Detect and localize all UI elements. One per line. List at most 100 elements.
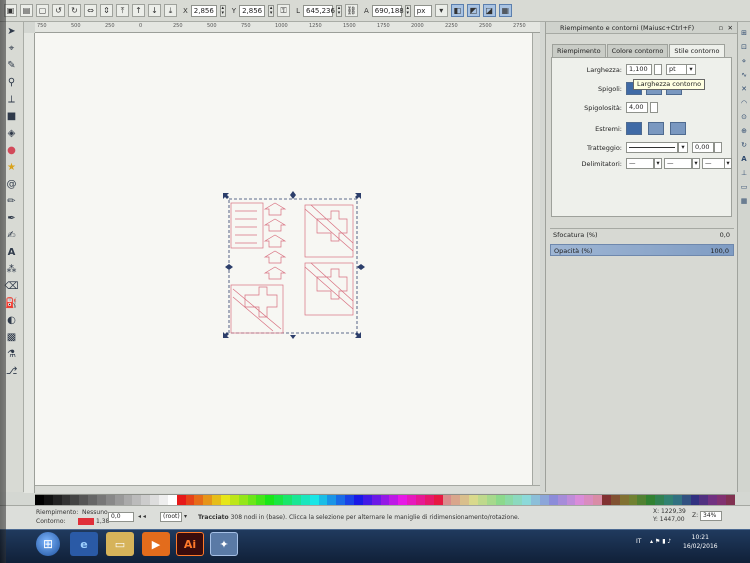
- dash-offset-input[interactable]: 0,00: [692, 142, 714, 153]
- palette-swatch[interactable]: [105, 495, 115, 505]
- move-patterns-icon[interactable]: ▦: [498, 4, 512, 17]
- palette-swatch[interactable]: [256, 495, 266, 505]
- palette-swatch[interactable]: [628, 495, 638, 505]
- palette-swatch[interactable]: [291, 495, 301, 505]
- start-marker-select[interactable]: —: [626, 158, 654, 169]
- blur-value[interactable]: 0,0: [720, 229, 730, 241]
- palette-swatch[interactable]: [159, 495, 168, 505]
- palette-swatch[interactable]: [460, 495, 470, 505]
- palette-swatch[interactable]: [584, 495, 594, 505]
- palette-swatch[interactable]: [646, 495, 656, 505]
- miter-limit-spinner[interactable]: [650, 102, 658, 113]
- zoom-field[interactable]: 34%: [700, 511, 722, 521]
- y-spinner[interactable]: ▴ ▾: [268, 4, 275, 17]
- blur-row[interactable]: Sfocatura (%) 0,0: [550, 228, 734, 240]
- snap-smooth-icon[interactable]: ◠: [739, 98, 749, 108]
- close-panel-icon[interactable]: ✕: [728, 22, 733, 34]
- opacity-value[interactable]: 100,0: [710, 245, 729, 257]
- language-indicator[interactable]: IT: [636, 538, 641, 545]
- mid-marker-dropdown-icon[interactable]: ▾: [692, 158, 700, 169]
- palette-swatch[interactable]: [681, 495, 691, 505]
- layer-dropdown-icon[interactable]: ▾: [184, 513, 187, 520]
- height-input[interactable]: 690,188: [371, 4, 404, 17]
- x-spinner[interactable]: ▴ ▾: [219, 4, 226, 17]
- palette-swatch[interactable]: [717, 495, 727, 505]
- move-gradients-icon[interactable]: ◪: [482, 4, 496, 17]
- opacity-field[interactable]: 0,0: [108, 512, 134, 522]
- unit-dropdown-icon[interactable]: ▾: [434, 4, 448, 17]
- palette-swatch[interactable]: [469, 495, 478, 505]
- palette-swatch[interactable]: [141, 495, 151, 505]
- palette-swatch[interactable]: [619, 495, 629, 505]
- inkscape-icon[interactable]: ✦: [210, 532, 238, 556]
- start-marker-dropdown-icon[interactable]: ▾: [654, 158, 662, 169]
- palette-swatch[interactable]: [203, 495, 213, 505]
- palette-swatch[interactable]: [327, 495, 337, 505]
- lower-to-bottom-icon[interactable]: ⤓: [164, 4, 177, 17]
- palette-swatch[interactable]: [504, 495, 514, 505]
- palette-swatch[interactable]: [424, 495, 434, 505]
- palette-swatch[interactable]: [176, 495, 186, 505]
- illustrator-icon[interactable]: Ai: [176, 532, 204, 556]
- palette-swatch[interactable]: [132, 495, 142, 505]
- palette-swatch[interactable]: [336, 495, 346, 505]
- stroke-width-input[interactable]: 1,100: [626, 64, 652, 75]
- palette-swatch[interactable]: [309, 495, 319, 505]
- float-panel-icon[interactable]: ▫: [719, 22, 723, 34]
- snap-path-icon[interactable]: ∿: [739, 70, 749, 80]
- dash-dropdown-icon[interactable]: ▾: [678, 142, 688, 153]
- tab-stroke-style[interactable]: Stile contorno: [669, 44, 725, 57]
- palette-swatch[interactable]: [283, 495, 292, 505]
- internet-explorer-icon[interactable]: e: [70, 532, 98, 556]
- end-marker-dropdown-icon[interactable]: ▾: [724, 158, 732, 169]
- palette-swatch[interactable]: [610, 495, 620, 505]
- palette-swatch[interactable]: [362, 495, 372, 505]
- snap-nodes-icon[interactable]: ⋄: [739, 56, 749, 66]
- palette-swatch[interactable]: [212, 495, 222, 505]
- palette-swatch[interactable]: [655, 495, 665, 505]
- stroke-unit-select[interactable]: pt: [666, 64, 688, 75]
- palette-swatch[interactable]: [123, 495, 133, 505]
- palette-swatch[interactable]: [353, 495, 363, 505]
- palette-swatch[interactable]: [593, 495, 602, 505]
- vertical-scrollbar[interactable]: [532, 33, 540, 485]
- unit-dropdown-icon[interactable]: ▾: [686, 64, 696, 75]
- height-spinner[interactable]: ▴ ▾: [404, 4, 411, 17]
- color-palette[interactable]: [35, 494, 735, 505]
- end-marker-select[interactable]: —: [702, 158, 726, 169]
- horizontal-scrollbar[interactable]: [35, 485, 540, 493]
- butt-cap-icon[interactable]: [626, 122, 642, 135]
- palette-swatch[interactable]: [79, 495, 89, 505]
- width-input[interactable]: 645,236: [302, 4, 335, 17]
- tab-fill[interactable]: Riempimento: [552, 44, 606, 57]
- lower-icon[interactable]: ↓: [148, 4, 161, 17]
- snap-text-icon[interactable]: A: [739, 154, 749, 164]
- palette-swatch[interactable]: [415, 495, 425, 505]
- palette-swatch[interactable]: [398, 495, 408, 505]
- palette-swatch[interactable]: [274, 495, 284, 505]
- stroke-width-spinner[interactable]: [654, 64, 662, 75]
- stroke-color-swatch[interactable]: [78, 518, 94, 525]
- y-input[interactable]: 2,856: [239, 4, 266, 17]
- palette-swatch[interactable]: [194, 495, 204, 505]
- palette-swatch[interactable]: [575, 495, 585, 505]
- palette-swatch[interactable]: [522, 495, 532, 505]
- snap-guide-icon[interactable]: ⊥: [739, 168, 749, 178]
- palette-swatch[interactable]: [114, 495, 124, 505]
- palette-swatch[interactable]: [318, 495, 328, 505]
- palette-swatch[interactable]: [229, 495, 239, 505]
- palette-swatch[interactable]: [672, 495, 682, 505]
- palette-swatch[interactable]: [70, 495, 80, 505]
- raise-to-top-icon[interactable]: ⤒: [116, 4, 129, 17]
- palette-swatch[interactable]: [602, 495, 611, 505]
- palette-swatch[interactable]: [407, 495, 416, 505]
- palette-swatch[interactable]: [708, 495, 718, 505]
- snap-midpoint-icon[interactable]: ⊙: [739, 112, 749, 122]
- tab-stroke-paint[interactable]: Colore contorno: [606, 44, 669, 57]
- snap-page-icon[interactable]: ▭: [739, 182, 749, 192]
- palette-swatch[interactable]: [477, 495, 487, 505]
- select-in-all-layers-icon[interactable]: ▤: [20, 4, 33, 17]
- palette-swatch[interactable]: [548, 495, 558, 505]
- snap-bbox-icon[interactable]: ⊡: [739, 42, 749, 52]
- palette-swatch[interactable]: [97, 495, 106, 505]
